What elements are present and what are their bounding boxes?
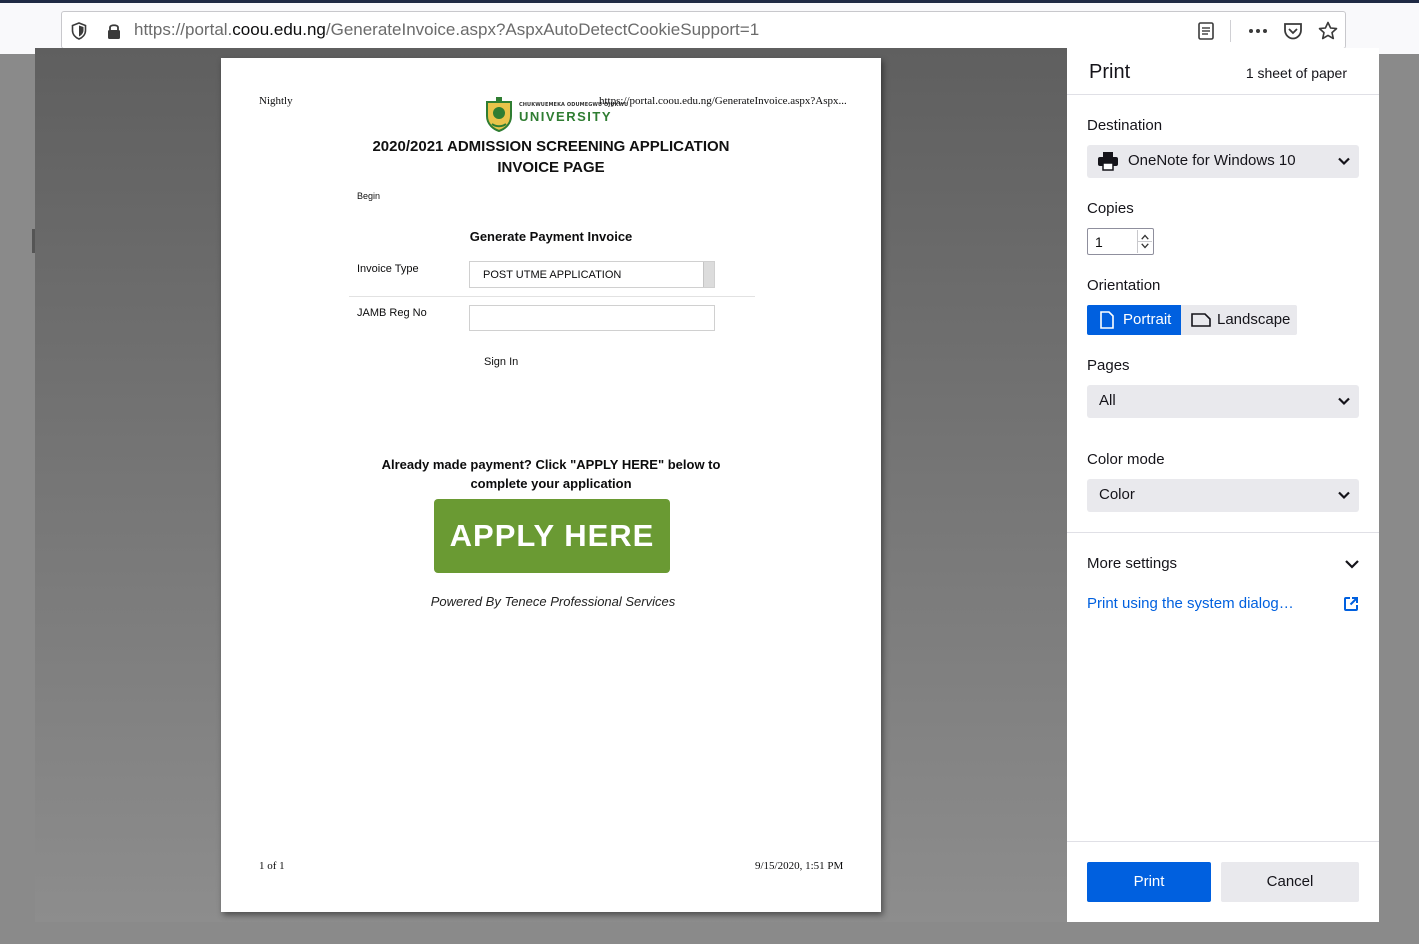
page-footer-right: 9/15/2020, 1:51 PM: [755, 860, 844, 872]
logo-university-text: UNIVERSITY: [519, 109, 613, 124]
already-paid-line1: Already made payment? Click "APPLY HERE"…: [381, 457, 721, 472]
print-panel-header: Print 1 sheet of paper: [1067, 48, 1379, 95]
color-mode-label: Color mode: [1087, 451, 1165, 468]
portrait-label: Portrait: [1123, 311, 1172, 328]
url-text[interactable]: https://portal.coou.edu.ng/GenerateInvoi…: [134, 20, 759, 40]
page-title-line2: INVOICE PAGE: [497, 159, 605, 176]
chevron-down-icon: [1338, 397, 1350, 406]
copies-value: 1: [1095, 234, 1103, 250]
bookmark-star-icon[interactable]: [1317, 20, 1339, 42]
destination-label: Destination: [1087, 117, 1163, 134]
more-actions-icon[interactable]: [1247, 20, 1269, 42]
destination-value: OneNote for Windows 10: [1128, 152, 1296, 169]
print-settings-panel: Print 1 sheet of paper Destination OneNo…: [1067, 48, 1379, 922]
page-footer-left: 1 of 1: [259, 860, 285, 872]
color-mode-value: Color: [1099, 486, 1135, 503]
browser-toolbar: https://portal.coou.edu.ng/GenerateInvoi…: [0, 3, 1419, 54]
page-header-left: Nightly: [259, 95, 293, 107]
powered-by-text: Powered By Tenece Professional Services: [430, 594, 676, 609]
system-dialog-link[interactable]: Print using the system dialog…: [1087, 595, 1294, 612]
more-settings-toggle[interactable]: More settings: [1087, 555, 1177, 572]
copies-label: Copies: [1087, 200, 1134, 217]
pocket-icon[interactable]: [1282, 20, 1304, 42]
external-link-icon[interactable]: [1343, 596, 1359, 612]
url-prefix: https://portal.: [134, 20, 233, 39]
print-panel-title: Print: [1089, 61, 1131, 83]
toolbar-divider: [1230, 20, 1231, 42]
footer-divider: [1067, 841, 1379, 842]
color-mode-select[interactable]: Color: [1087, 479, 1359, 512]
background-page-right: [1379, 54, 1419, 944]
page-header-right: https://portal.coou.edu.ng/GenerateInvoi…: [599, 95, 847, 107]
already-paid-text: Already made payment? Click "APPLY HERE"…: [221, 455, 881, 493]
destination-select[interactable]: OneNote for Windows 10: [1087, 145, 1359, 178]
invoice-type-select[interactable]: POST UTME APPLICATION: [469, 261, 715, 288]
chevron-down-icon: [1338, 157, 1350, 166]
select-arrow[interactable]: [703, 262, 714, 287]
cancel-button[interactable]: Cancel: [1221, 862, 1359, 902]
apply-here-button[interactable]: APPLY HERE: [434, 499, 670, 573]
url-bar[interactable]: https://portal.coou.edu.ng/GenerateInvoi…: [61, 11, 1346, 49]
print-button[interactable]: Print: [1087, 862, 1211, 902]
url-domain: coou.edu.ng: [232, 20, 326, 39]
portrait-button[interactable]: Portrait: [1087, 305, 1181, 335]
form-divider: [349, 296, 755, 297]
page-title-line1: 2020/2021 ADMISSION SCREENING APPLICATIO…: [372, 138, 730, 155]
tracking-shield-icon[interactable]: [69, 21, 89, 41]
background-page-left: [0, 54, 35, 944]
printer-icon: [1098, 152, 1118, 171]
invoice-type-label: Invoice Type: [357, 263, 419, 275]
invoice-type-value: POST UTME APPLICATION: [483, 269, 622, 281]
preview-page: Nightly CHUKWUEMEKA ODUMEGWU OJUKWU UNIV…: [221, 58, 881, 912]
landscape-page-icon: [1191, 313, 1211, 327]
pages-label: Pages: [1087, 357, 1130, 374]
copies-stepper[interactable]: 1: [1087, 228, 1154, 255]
university-crest-icon: [486, 97, 512, 132]
landscape-button[interactable]: Landscape: [1181, 305, 1297, 335]
expand-chevron-icon[interactable]: [1344, 556, 1360, 572]
jamb-reg-input[interactable]: [469, 305, 715, 331]
lock-icon[interactable]: [104, 21, 124, 41]
generate-invoice-heading: Generate Payment Invoice: [469, 229, 633, 244]
copies-spin-icon[interactable]: [1137, 230, 1152, 253]
begin-text: Begin: [357, 191, 381, 201]
portrait-page-icon: [1100, 311, 1114, 329]
panel-divider: [1067, 532, 1379, 533]
jamb-reg-label: JAMB Reg No: [357, 307, 427, 319]
sheet-count: 1 sheet of paper: [1245, 65, 1347, 81]
chevron-down-icon: [1338, 491, 1350, 500]
already-paid-line2: complete your application: [470, 476, 632, 491]
orientation-label: Orientation: [1087, 277, 1161, 294]
landscape-label: Landscape: [1217, 311, 1291, 328]
url-path: /GenerateInvoice.aspx?AspxAutoDetectCook…: [325, 20, 760, 39]
pages-value: All: [1099, 392, 1116, 409]
reader-view-icon[interactable]: [1195, 20, 1217, 42]
university-logo: CHUKWUEMEKA ODUMEGWU OJUKWU UNIVERSITY: [483, 96, 628, 136]
sign-in-link[interactable]: Sign In: [484, 356, 518, 368]
pages-select[interactable]: All: [1087, 385, 1359, 418]
